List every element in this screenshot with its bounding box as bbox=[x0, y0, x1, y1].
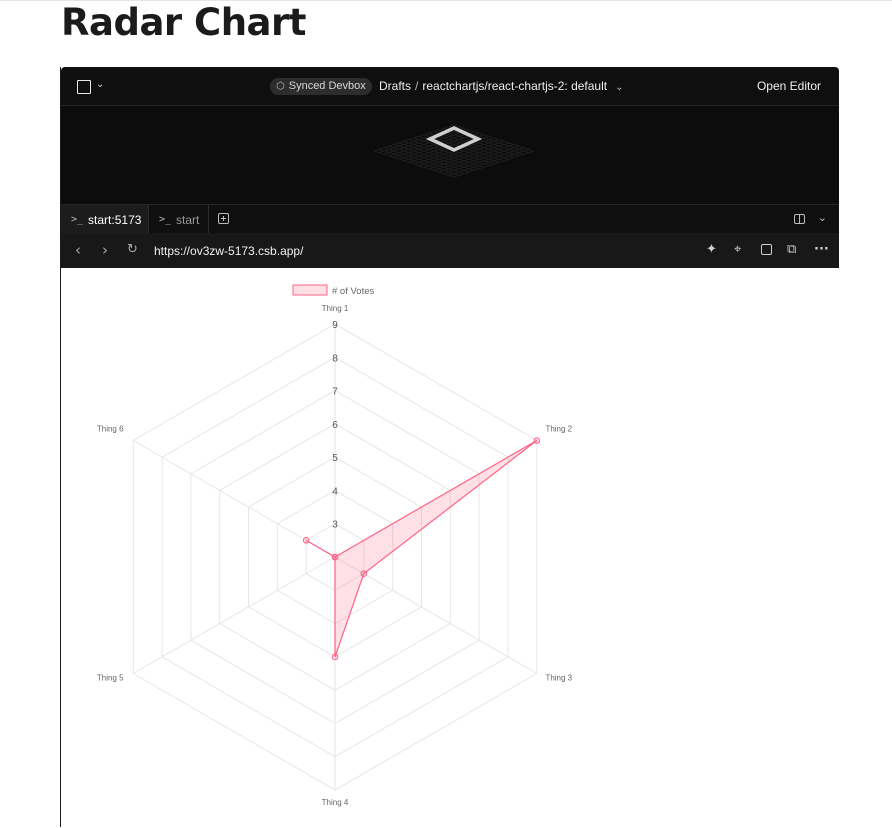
reload-icon[interactable]: ↻ bbox=[127, 241, 138, 259]
radar-tick-label: 3 bbox=[332, 520, 338, 531]
radar-axis-label: Thing 1 bbox=[322, 304, 349, 313]
terminal-prompt-icon: >_ bbox=[71, 213, 84, 225]
radar-data-point[interactable] bbox=[533, 437, 541, 444]
radar-data-point[interactable] bbox=[302, 537, 310, 544]
plus-square-icon[interactable] bbox=[218, 213, 229, 224]
sparkle-icon[interactable]: ✦ bbox=[706, 242, 717, 258]
radar-chart-container: 3 4 5 6 7 8 9 Thing 1 Thing 2 Thing 3 Thing 4 Thing… bbox=[61, 268, 839, 828]
synced-devbox-badge[interactable]: ⬡ Synced Devbox bbox=[270, 78, 372, 95]
browser-address-bar: ‹ › ↻ https://ov3zw-5173.csb.app/ ✦ ⌖ ⧉ … bbox=[61, 233, 839, 268]
forward-arrow-icon[interactable]: › bbox=[102, 241, 108, 259]
radar-tick-label: 4 bbox=[332, 486, 338, 497]
radar-axis-label: Thing 2 bbox=[545, 425, 572, 434]
chevron-down-icon[interactable]: ⌄ bbox=[96, 79, 104, 90]
radar-tick-label: 8 bbox=[332, 353, 338, 364]
square-icon[interactable] bbox=[77, 80, 91, 94]
tab-label: start bbox=[176, 212, 200, 227]
radar-axis-label: Thing 5 bbox=[97, 674, 124, 683]
console-icon[interactable] bbox=[761, 244, 772, 255]
breadcrumb-separator: / bbox=[415, 79, 419, 93]
tab-start-5173[interactable]: >_ start:5173 bbox=[61, 205, 149, 234]
embed-topbar: ⌄ ⬡ Synced Devbox Drafts / reactchartjs/re… bbox=[61, 67, 839, 106]
devbox-preview-area bbox=[61, 106, 839, 204]
cube-icon: ⬡ bbox=[276, 81, 285, 92]
legend-label[interactable]: # of Votes bbox=[332, 286, 375, 297]
isometric-grid-graphic bbox=[373, 124, 535, 178]
radar-data-point[interactable] bbox=[331, 653, 339, 661]
chart-legend[interactable]: # of Votes bbox=[292, 284, 375, 297]
radar-data-point[interactable] bbox=[360, 570, 368, 577]
radar-tick-label: 6 bbox=[332, 420, 338, 431]
chevron-down-icon[interactable]: ⌄ bbox=[615, 82, 623, 93]
radar-spoke bbox=[132, 556, 336, 674]
legend-swatch[interactable] bbox=[292, 284, 328, 296]
open-editor-button[interactable]: Open Editor bbox=[757, 78, 821, 95]
page-title: Radar Chart bbox=[61, 1, 306, 44]
radar-tick-label: 5 bbox=[332, 453, 338, 464]
terminal-prompt-icon: >_ bbox=[159, 213, 172, 225]
chevron-down-icon[interactable]: ⌄ bbox=[818, 211, 827, 224]
radar-chart: 3 4 5 6 7 8 9 Thing 1 Thing 2 Thing 3 Thing 4 Thing… bbox=[97, 284, 573, 807]
split-view-icon[interactable] bbox=[794, 214, 805, 224]
terminal-tabbar: >_ start:5173 >_ start ⌄ bbox=[61, 204, 839, 234]
radar-axis-label: Thing 3 bbox=[545, 674, 572, 683]
radar-tick-label: 9 bbox=[332, 320, 338, 331]
codesandbox-embed: ⌄ ⬡ Synced Devbox Drafts / reactchartjs/re… bbox=[60, 67, 839, 828]
more-icon[interactable]: ··· bbox=[814, 242, 829, 258]
tab-start[interactable]: >_ start bbox=[149, 205, 209, 234]
crosshair-icon[interactable]: ⌖ bbox=[734, 242, 741, 258]
popout-icon[interactable]: ⧉ bbox=[787, 242, 796, 258]
tab-label: start:5173 bbox=[88, 212, 142, 227]
radar-axis-label: Thing 4 bbox=[322, 798, 349, 807]
url-field[interactable]: https://ov3zw-5173.csb.app/ bbox=[154, 243, 303, 259]
radar-tick-label: 7 bbox=[332, 387, 338, 398]
badge-label: Synced Devbox bbox=[288, 80, 366, 92]
back-arrow-icon[interactable]: ‹ bbox=[75, 241, 81, 259]
breadcrumb-path[interactable]: reactchartjs/react-chartjs-2: default bbox=[422, 79, 607, 93]
breadcrumb-root[interactable]: Drafts bbox=[379, 79, 411, 93]
radar-axis-label: Thing 6 bbox=[97, 425, 124, 434]
radar-data-point[interactable] bbox=[331, 553, 339, 561]
breadcrumb: Drafts / reactchartjs/react-chartjs-2: def… bbox=[379, 78, 624, 96]
